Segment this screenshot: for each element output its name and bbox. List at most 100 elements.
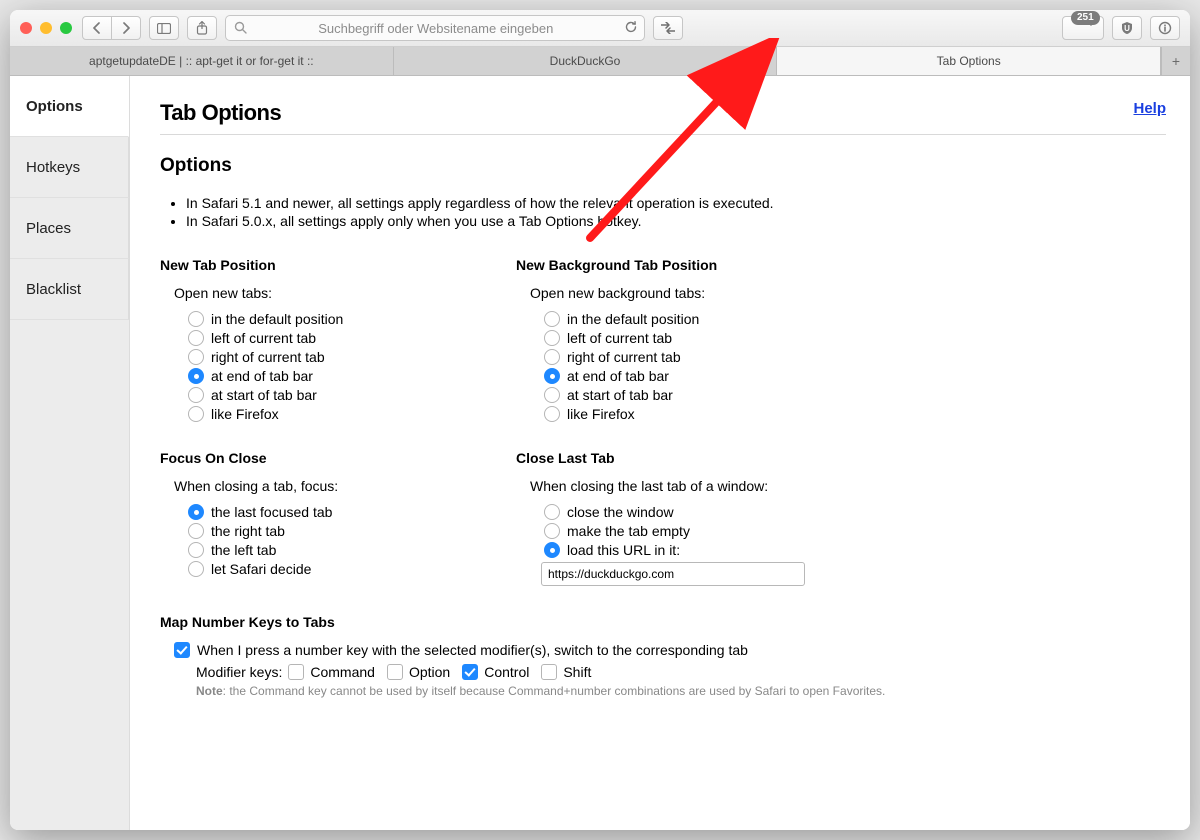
sidebar-item-places[interactable]: Places — [10, 198, 129, 259]
help-link[interactable]: Help — [1133, 100, 1166, 117]
zoom-window-button[interactable] — [60, 22, 72, 34]
radio-option[interactable]: at start of tab bar — [188, 387, 490, 403]
plus-icon: + — [1172, 53, 1180, 69]
radio-option[interactable]: at end of tab bar — [188, 368, 490, 384]
search-icon — [234, 21, 247, 34]
radio-label: right of current tab — [567, 349, 681, 365]
group-title: Map Number Keys to Tabs — [160, 614, 1166, 630]
group-caption: When closing a tab, focus: — [174, 478, 490, 494]
minimize-window-button[interactable] — [40, 22, 52, 34]
radio-option[interactable]: left of current tab — [544, 330, 846, 346]
radio-label: in the default position — [567, 311, 699, 327]
modifier-label: Control — [484, 664, 529, 680]
group-title: Close Last Tab — [516, 450, 846, 466]
numkeys-checkbox[interactable] — [174, 642, 190, 658]
radio-option[interactable]: the right tab — [188, 523, 490, 539]
radio-option[interactable]: like Firefox — [544, 406, 846, 422]
sidebar-item-blacklist[interactable]: Blacklist — [10, 259, 129, 320]
page-title: Tab Options — [160, 100, 1133, 126]
radio-label: make the tab empty — [567, 523, 690, 539]
extension-button[interactable] — [653, 16, 683, 40]
radio-option[interactable]: the last focused tab — [188, 504, 490, 520]
radio-option[interactable]: left of current tab — [188, 330, 490, 346]
share-button[interactable] — [187, 16, 217, 40]
tab-options-toolbar-icon — [660, 22, 676, 34]
radio-list-new-bg-tab: in the default position left of current t… — [544, 311, 846, 422]
radio-option[interactable]: at end of tab bar — [544, 368, 846, 384]
nav-buttons — [82, 16, 141, 40]
modifier-checkbox[interactable] — [541, 664, 557, 680]
radio-option[interactable]: make the tab empty — [544, 523, 846, 539]
radio-icon — [188, 406, 204, 422]
radio-label: close the window — [567, 504, 674, 520]
intro-bullets: In Safari 5.1 and newer, all settings ap… — [186, 195, 1166, 229]
radio-option[interactable]: the left tab — [188, 542, 490, 558]
radio-option[interactable]: in the default position — [544, 311, 846, 327]
radio-label: left of current tab — [567, 330, 672, 346]
radio-label: at start of tab bar — [211, 387, 317, 403]
new-tab-button[interactable]: + — [1161, 47, 1190, 75]
section-title-options: Options — [160, 155, 1166, 177]
radio-option[interactable]: right of current tab — [544, 349, 846, 365]
downloads-button[interactable]: 251 — [1062, 16, 1104, 40]
radio-label: at end of tab bar — [567, 368, 669, 384]
intro-bullet: In Safari 5.0.x, all settings apply only… — [186, 213, 1166, 229]
radio-option[interactable]: close the window — [544, 504, 846, 520]
radio-option[interactable]: at start of tab bar — [544, 387, 846, 403]
group-close-last-tab: Close Last Tab When closing the last tab… — [516, 450, 846, 586]
tabs-overview-button[interactable] — [1150, 16, 1180, 40]
radio-icon — [188, 542, 204, 558]
radio-option[interactable]: let Safari decide — [188, 561, 490, 577]
radio-label: at start of tab bar — [567, 387, 673, 403]
close-window-button[interactable] — [20, 22, 32, 34]
sidebar-toggle-button[interactable] — [149, 16, 179, 40]
modifier-checkbox[interactable] — [288, 664, 304, 680]
sidebar-item-options[interactable]: Options — [10, 76, 129, 137]
sidebar-icon — [157, 23, 171, 34]
numkeys-note: Note: the Command key cannot be used by … — [196, 684, 1166, 698]
reload-icon[interactable] — [624, 20, 638, 34]
radio-icon — [188, 349, 204, 365]
ublock-button[interactable]: U — [1112, 16, 1142, 40]
radio-label: the last focused tab — [211, 504, 332, 520]
options-sidebar: Options Hotkeys Places Blacklist — [10, 76, 130, 830]
radio-label: left of current tab — [211, 330, 316, 346]
tab-aptgetupdate[interactable]: aptgetupdateDE | :: apt-get it or for-ge… — [10, 47, 394, 75]
radio-label: the right tab — [211, 523, 285, 539]
radio-icon — [544, 542, 560, 558]
modifier-label: Command — [310, 664, 375, 680]
toolbar: Suchbegriff oder Websitename eingeben 25… — [10, 10, 1190, 47]
radio-icon — [188, 368, 204, 384]
radio-option[interactable]: in the default position — [188, 311, 490, 327]
modifier-checkbox[interactable] — [387, 664, 403, 680]
sidebar-item-hotkeys[interactable]: Hotkeys — [10, 137, 129, 198]
group-title: New Tab Position — [160, 257, 490, 273]
group-title: Focus On Close — [160, 450, 490, 466]
traffic-lights — [20, 22, 72, 34]
radio-label: like Firefox — [211, 406, 279, 422]
radio-icon — [544, 523, 560, 539]
radio-icon — [544, 387, 560, 403]
radio-icon — [188, 504, 204, 520]
radio-option[interactable]: load this URL in it: — [544, 542, 846, 558]
close-last-url-input[interactable] — [541, 562, 805, 586]
radio-icon — [188, 311, 204, 327]
tab-taboptions[interactable]: Tab Options — [777, 47, 1161, 75]
address-bar[interactable]: Suchbegriff oder Websitename eingeben — [225, 15, 645, 41]
forward-button[interactable] — [112, 16, 141, 40]
tab-duckduckgo[interactable]: DuckDuckGo — [394, 47, 778, 75]
group-map-number-keys: Map Number Keys to Tabs When I press a n… — [160, 614, 1166, 698]
group-caption: Open new tabs: — [174, 285, 490, 301]
radio-label: load this URL in it: — [567, 542, 680, 558]
back-button[interactable] — [82, 16, 112, 40]
modifier-checkbox[interactable] — [462, 664, 478, 680]
group-caption: When closing the last tab of a window: — [530, 478, 846, 494]
radio-option[interactable]: right of current tab — [188, 349, 490, 365]
group-title: New Background Tab Position — [516, 257, 846, 273]
radio-list-close-last: close the window make the tab empty load t… — [544, 504, 846, 558]
radio-icon — [188, 523, 204, 539]
tab-strip: aptgetupdateDE | :: apt-get it or for-ge… — [10, 47, 1190, 76]
badge-count: 251 — [1071, 11, 1100, 25]
intro-bullet: In Safari 5.1 and newer, all settings ap… — [186, 195, 1166, 211]
radio-option[interactable]: like Firefox — [188, 406, 490, 422]
